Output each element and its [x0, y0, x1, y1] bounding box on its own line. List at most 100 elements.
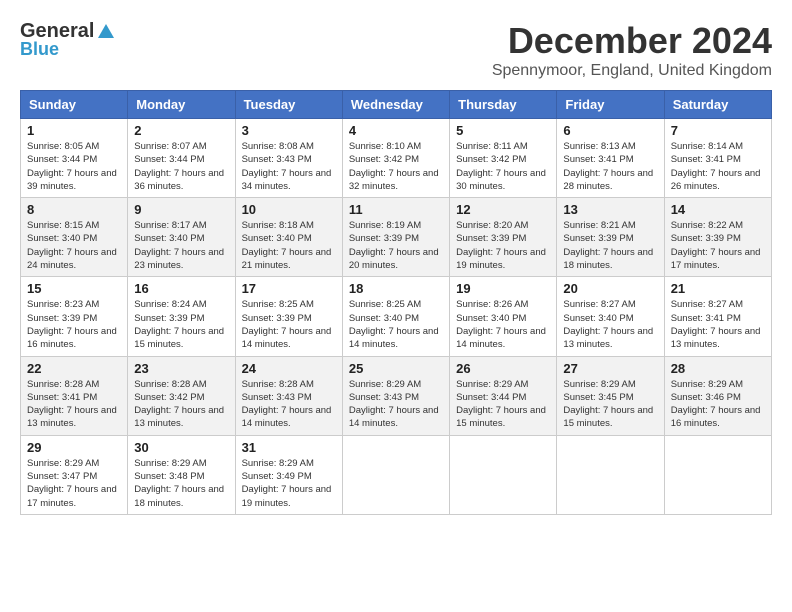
day-info: Sunrise: 8:25 AMSunset: 3:39 PMDaylight:…	[242, 298, 336, 351]
calendar-cell: 15 Sunrise: 8:23 AMSunset: 3:39 PMDayligh…	[21, 277, 128, 356]
day-number: 8	[27, 202, 121, 217]
calendar-cell: 8 Sunrise: 8:15 AMSunset: 3:40 PMDaylight…	[21, 198, 128, 277]
day-info: Sunrise: 8:10 AMSunset: 3:42 PMDaylight:…	[349, 140, 443, 193]
day-number: 28	[671, 361, 765, 376]
day-info: Sunrise: 8:29 AMSunset: 3:48 PMDaylight:…	[134, 457, 228, 510]
calendar-cell: 1 Sunrise: 8:05 AMSunset: 3:44 PMDaylight…	[21, 119, 128, 198]
calendar-header-row: SundayMondayTuesdayWednesdayThursdayFrid…	[21, 91, 772, 119]
day-info: Sunrise: 8:29 AMSunset: 3:45 PMDaylight:…	[563, 378, 657, 431]
logo: General Blue	[20, 20, 116, 60]
calendar-cell: 25Sunrise: 8:29 AMSunset: 3:43 PMDayligh…	[342, 356, 449, 435]
day-info: Sunrise: 8:29 AMSunset: 3:44 PMDaylight:…	[456, 378, 550, 431]
calendar-cell: 16 Sunrise: 8:24 AMSunset: 3:39 PMDayligh…	[128, 277, 235, 356]
calendar-cell: 31Sunrise: 8:29 AMSunset: 3:49 PMDayligh…	[235, 435, 342, 514]
calendar-cell: 27 Sunrise: 8:29 AMSunset: 3:45 PMDayligh…	[557, 356, 664, 435]
day-info: Sunrise: 8:24 AMSunset: 3:39 PMDaylight:…	[134, 298, 228, 351]
day-number: 2	[134, 123, 228, 138]
day-info: Sunrise: 8:19 AMSunset: 3:39 PMDaylight:…	[349, 219, 443, 272]
day-number: 9	[134, 202, 228, 217]
calendar-cell: 21 Sunrise: 8:27 AMSunset: 3:41 PMDayligh…	[664, 277, 771, 356]
calendar-cell: 4Sunrise: 8:10 AMSunset: 3:42 PMDaylight…	[342, 119, 449, 198]
calendar-cell: 19 Sunrise: 8:26 AMSunset: 3:40 PMDayligh…	[450, 277, 557, 356]
weekday-header-thursday: Thursday	[450, 91, 557, 119]
day-number: 6	[563, 123, 657, 138]
calendar-cell: 12 Sunrise: 8:20 AMSunset: 3:39 PMDayligh…	[450, 198, 557, 277]
calendar-cell: 29 Sunrise: 8:29 AMSunset: 3:47 PMDayligh…	[21, 435, 128, 514]
day-info: Sunrise: 8:27 AMSunset: 3:40 PMDaylight:…	[563, 298, 657, 351]
calendar-week-row: 29 Sunrise: 8:29 AMSunset: 3:47 PMDayligh…	[21, 435, 772, 514]
day-info: Sunrise: 8:27 AMSunset: 3:41 PMDaylight:…	[671, 298, 765, 351]
day-info: Sunrise: 8:29 AMSunset: 3:43 PMDaylight:…	[349, 378, 443, 431]
calendar-cell: 20Sunrise: 8:27 AMSunset: 3:40 PMDayligh…	[557, 277, 664, 356]
calendar-cell: 5Sunrise: 8:11 AMSunset: 3:42 PMDaylight…	[450, 119, 557, 198]
calendar-cell: 22Sunrise: 8:28 AMSunset: 3:41 PMDayligh…	[21, 356, 128, 435]
day-number: 16	[134, 281, 228, 296]
calendar-cell	[342, 435, 449, 514]
calendar-cell	[664, 435, 771, 514]
calendar-cell	[557, 435, 664, 514]
day-number: 24	[242, 361, 336, 376]
calendar-cell: 28 Sunrise: 8:29 AMSunset: 3:46 PMDayligh…	[664, 356, 771, 435]
calendar-cell: 18Sunrise: 8:25 AMSunset: 3:40 PMDayligh…	[342, 277, 449, 356]
day-info: Sunrise: 8:26 AMSunset: 3:40 PMDaylight:…	[456, 298, 550, 351]
location: Spennymoor, England, United Kingdom	[492, 62, 772, 80]
calendar-cell: 9Sunrise: 8:17 AMSunset: 3:40 PMDaylight…	[128, 198, 235, 277]
weekday-header-friday: Friday	[557, 91, 664, 119]
day-number: 1	[27, 123, 121, 138]
page-header: General Blue December 2024 Spennymoor, E…	[20, 20, 772, 80]
calendar-cell: 23 Sunrise: 8:28 AMSunset: 3:42 PMDayligh…	[128, 356, 235, 435]
day-number: 19	[456, 281, 550, 296]
day-info: Sunrise: 8:29 AMSunset: 3:46 PMDaylight:…	[671, 378, 765, 431]
calendar-cell: 10 Sunrise: 8:18 AMSunset: 3:40 PMDayligh…	[235, 198, 342, 277]
day-info: Sunrise: 8:11 AMSunset: 3:42 PMDaylight:…	[456, 140, 550, 193]
day-info: Sunrise: 8:28 AMSunset: 3:43 PMDaylight:…	[242, 378, 336, 431]
day-number: 15	[27, 281, 121, 296]
weekday-header-sunday: Sunday	[21, 91, 128, 119]
day-info: Sunrise: 8:28 AMSunset: 3:42 PMDaylight:…	[134, 378, 228, 431]
day-number: 13	[563, 202, 657, 217]
calendar-week-row: 15 Sunrise: 8:23 AMSunset: 3:39 PMDayligh…	[21, 277, 772, 356]
day-number: 14	[671, 202, 765, 217]
day-info: Sunrise: 8:28 AMSunset: 3:41 PMDaylight:…	[27, 378, 121, 431]
day-number: 11	[349, 202, 443, 217]
day-number: 17	[242, 281, 336, 296]
day-number: 21	[671, 281, 765, 296]
calendar-cell: 2 Sunrise: 8:07 AMSunset: 3:44 PMDaylight…	[128, 119, 235, 198]
calendar-cell: 11 Sunrise: 8:19 AMSunset: 3:39 PMDayligh…	[342, 198, 449, 277]
day-info: Sunrise: 8:18 AMSunset: 3:40 PMDaylight:…	[242, 219, 336, 272]
day-number: 7	[671, 123, 765, 138]
calendar-cell: 24 Sunrise: 8:28 AMSunset: 3:43 PMDayligh…	[235, 356, 342, 435]
calendar-cell: 7Sunrise: 8:14 AMSunset: 3:41 PMDaylight…	[664, 119, 771, 198]
day-number: 18	[349, 281, 443, 296]
day-info: Sunrise: 8:21 AMSunset: 3:39 PMDaylight:…	[563, 219, 657, 272]
day-info: Sunrise: 8:08 AMSunset: 3:43 PMDaylight:…	[242, 140, 336, 193]
weekday-header-monday: Monday	[128, 91, 235, 119]
calendar-cell: 17 Sunrise: 8:25 AMSunset: 3:39 PMDayligh…	[235, 277, 342, 356]
weekday-header-tuesday: Tuesday	[235, 91, 342, 119]
day-number: 23	[134, 361, 228, 376]
calendar-week-row: 1 Sunrise: 8:05 AMSunset: 3:44 PMDaylight…	[21, 119, 772, 198]
day-number: 29	[27, 440, 121, 455]
weekday-header-wednesday: Wednesday	[342, 91, 449, 119]
day-info: Sunrise: 8:23 AMSunset: 3:39 PMDaylight:…	[27, 298, 121, 351]
calendar-cell: 6Sunrise: 8:13 AMSunset: 3:41 PMDaylight…	[557, 119, 664, 198]
day-info: Sunrise: 8:20 AMSunset: 3:39 PMDaylight:…	[456, 219, 550, 272]
day-number: 10	[242, 202, 336, 217]
weekday-header-saturday: Saturday	[664, 91, 771, 119]
calendar-week-row: 8 Sunrise: 8:15 AMSunset: 3:40 PMDaylight…	[21, 198, 772, 277]
day-number: 30	[134, 440, 228, 455]
day-number: 31	[242, 440, 336, 455]
day-number: 27	[563, 361, 657, 376]
calendar-week-row: 22Sunrise: 8:28 AMSunset: 3:41 PMDayligh…	[21, 356, 772, 435]
day-number: 12	[456, 202, 550, 217]
calendar-cell	[450, 435, 557, 514]
month-title: December 2024	[492, 20, 772, 62]
calendar-cell: 13 Sunrise: 8:21 AMSunset: 3:39 PMDayligh…	[557, 198, 664, 277]
day-number: 3	[242, 123, 336, 138]
day-info: Sunrise: 8:29 AMSunset: 3:47 PMDaylight:…	[27, 457, 121, 510]
title-section: December 2024 Spennymoor, England, Unite…	[492, 20, 772, 80]
day-info: Sunrise: 8:07 AMSunset: 3:44 PMDaylight:…	[134, 140, 228, 193]
day-info: Sunrise: 8:05 AMSunset: 3:44 PMDaylight:…	[27, 140, 121, 193]
day-info: Sunrise: 8:15 AMSunset: 3:40 PMDaylight:…	[27, 219, 121, 272]
day-number: 26	[456, 361, 550, 376]
